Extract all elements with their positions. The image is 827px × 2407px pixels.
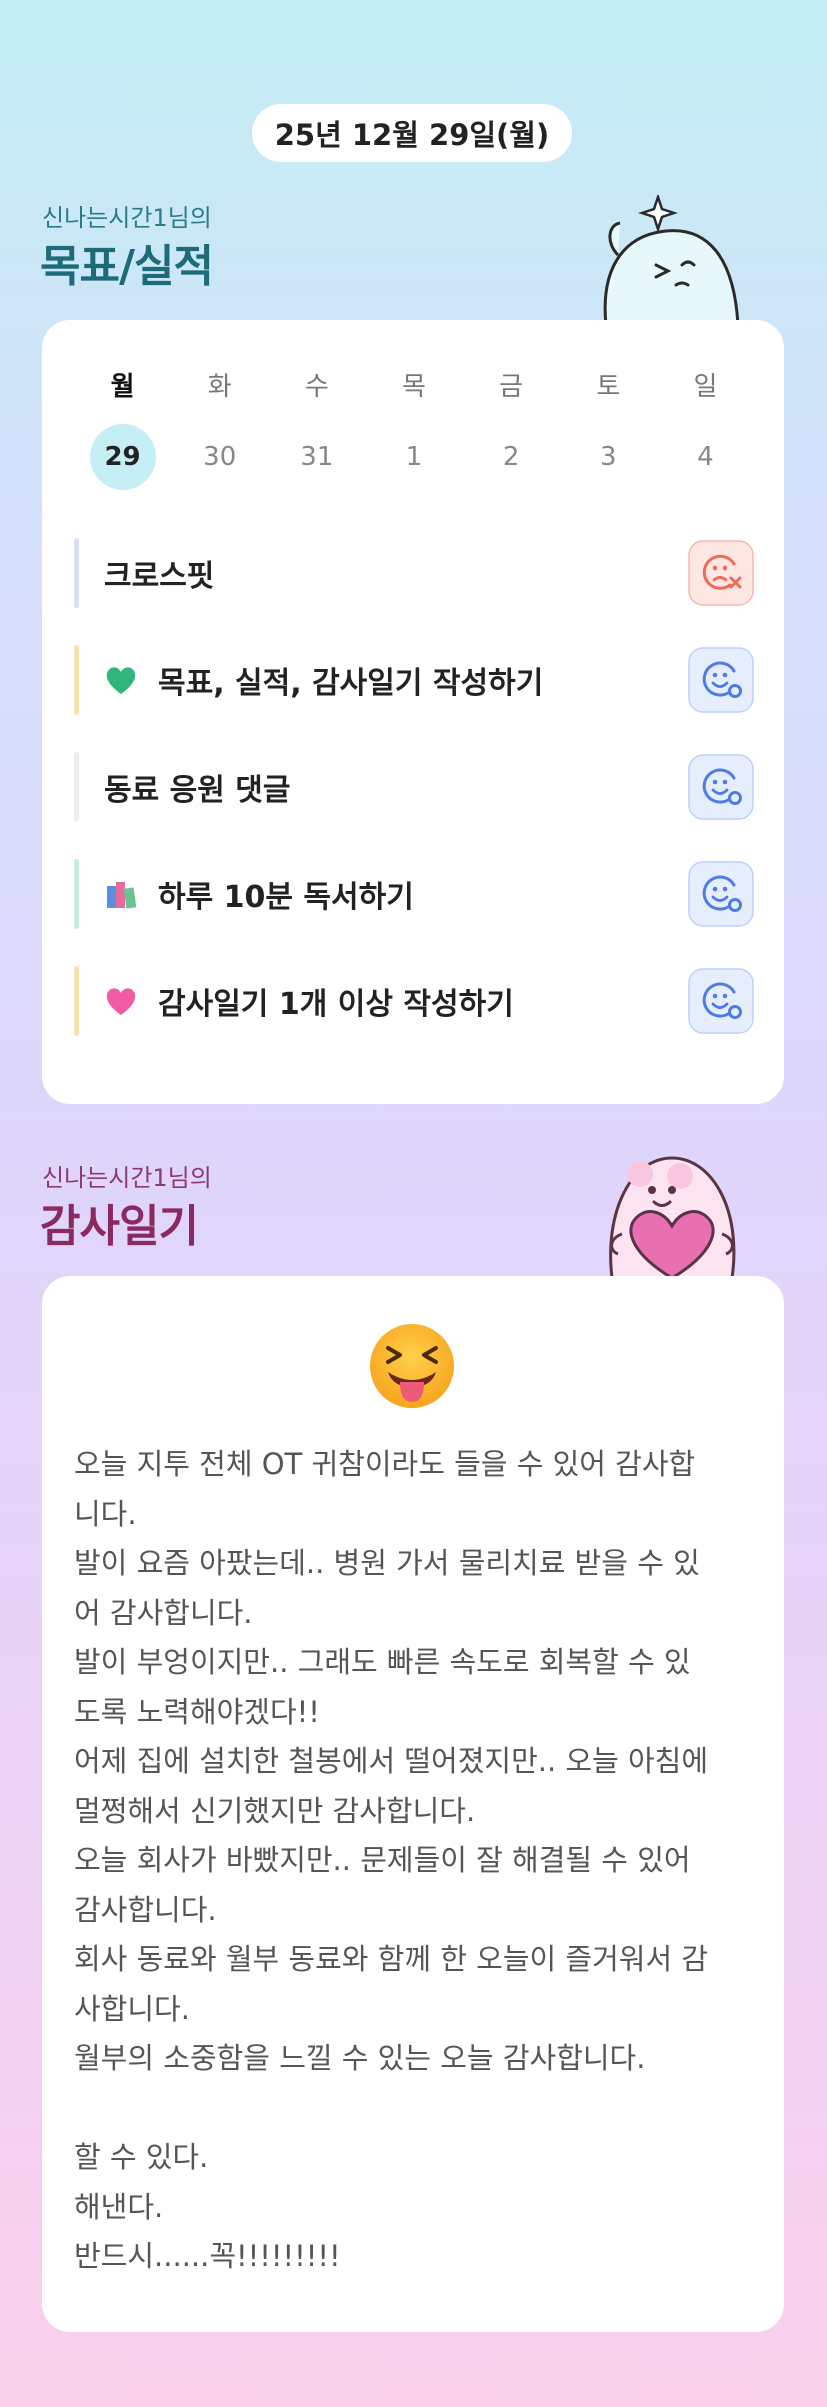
day-name: 일 <box>693 372 718 402</box>
day-name: 월 <box>110 372 135 402</box>
goal-label: 감사일기 1개 이상 작성하기 <box>104 966 514 1036</box>
goal-color-bar <box>74 645 79 715</box>
diary-section-subtitle: 신나는시간1님의 <box>42 1164 212 1192</box>
goal-item[interactable]: 목표, 실적, 감사일기 작성하기 <box>74 645 754 715</box>
day-name: 목 <box>402 372 426 402</box>
week-dates: 29 30 31 1 2 3 4 <box>74 424 754 490</box>
status-pending-icon[interactable] <box>688 754 754 820</box>
goal-label: 크로스핏 <box>104 559 215 594</box>
status-pending-icon[interactable] <box>688 647 754 713</box>
pink-heart-icon <box>106 988 136 1015</box>
books-icon <box>107 882 137 909</box>
diary-section-title: 감사일기 <box>40 1201 199 1252</box>
goal-color-bar <box>74 966 79 1036</box>
status-pending-icon[interactable] <box>688 968 754 1034</box>
date-item[interactable]: 1 <box>381 424 447 490</box>
date-item[interactable]: 30 <box>187 424 253 490</box>
status-failed-icon[interactable] <box>688 540 754 606</box>
diary-text: 오늘 지투 전체 OT 귀참이라도 들을 수 있어 감사합 니다. 발이 요즘 … <box>74 1447 709 2273</box>
goals-section-subtitle: 신나는시간1님의 <box>42 204 212 232</box>
mascot-heart-icon <box>609 1156 736 1278</box>
diary-card: 오늘 지투 전체 OT 귀참이라도 들을 수 있어 감사합 니다. 발이 요즘 … <box>42 1276 784 2332</box>
goal-label: 동료 응원 댓글 <box>104 773 291 808</box>
goal-color-bar <box>74 752 79 822</box>
date-item[interactable]: 2 <box>478 424 544 490</box>
goals-section-title: 목표/실적 <box>40 241 214 292</box>
goal-label: 하루 10분 독서하기 <box>104 859 414 929</box>
mascot-sparkle-icon <box>603 195 740 325</box>
goal-label: 목표, 실적, 감사일기 작성하기 <box>104 645 543 715</box>
day-name: 토 <box>596 372 621 402</box>
goal-item[interactable]: 동료 응원 댓글 <box>74 752 754 822</box>
date-item[interactable]: 3 <box>575 424 641 490</box>
goal-item[interactable]: 감사일기 1개 이상 작성하기 <box>74 966 754 1036</box>
goal-item[interactable]: 크로스핏 <box>74 538 754 608</box>
day-name: 수 <box>304 372 329 402</box>
goals-card: 월 화 수 목 금 토 일 29 30 31 1 2 3 4 크로스핏 목표, … <box>42 320 784 1104</box>
date-display: 25년 12월 29일(월) <box>252 104 572 162</box>
week-day-names: 월 화 수 목 금 토 일 <box>74 366 754 403</box>
goal-color-bar <box>74 859 79 929</box>
date-selected[interactable]: 29 <box>89 424 156 490</box>
green-heart-icon <box>106 667 136 694</box>
day-name: 화 <box>207 372 232 402</box>
date-item[interactable]: 4 <box>672 424 738 490</box>
day-name: 금 <box>499 372 524 402</box>
goal-color-bar <box>74 538 79 608</box>
squinting-tongue-face-icon <box>370 1324 454 1408</box>
goal-item[interactable]: 하루 10분 독서하기 <box>74 859 754 929</box>
status-pending-icon[interactable] <box>688 861 754 927</box>
date-item[interactable]: 31 <box>284 424 350 490</box>
